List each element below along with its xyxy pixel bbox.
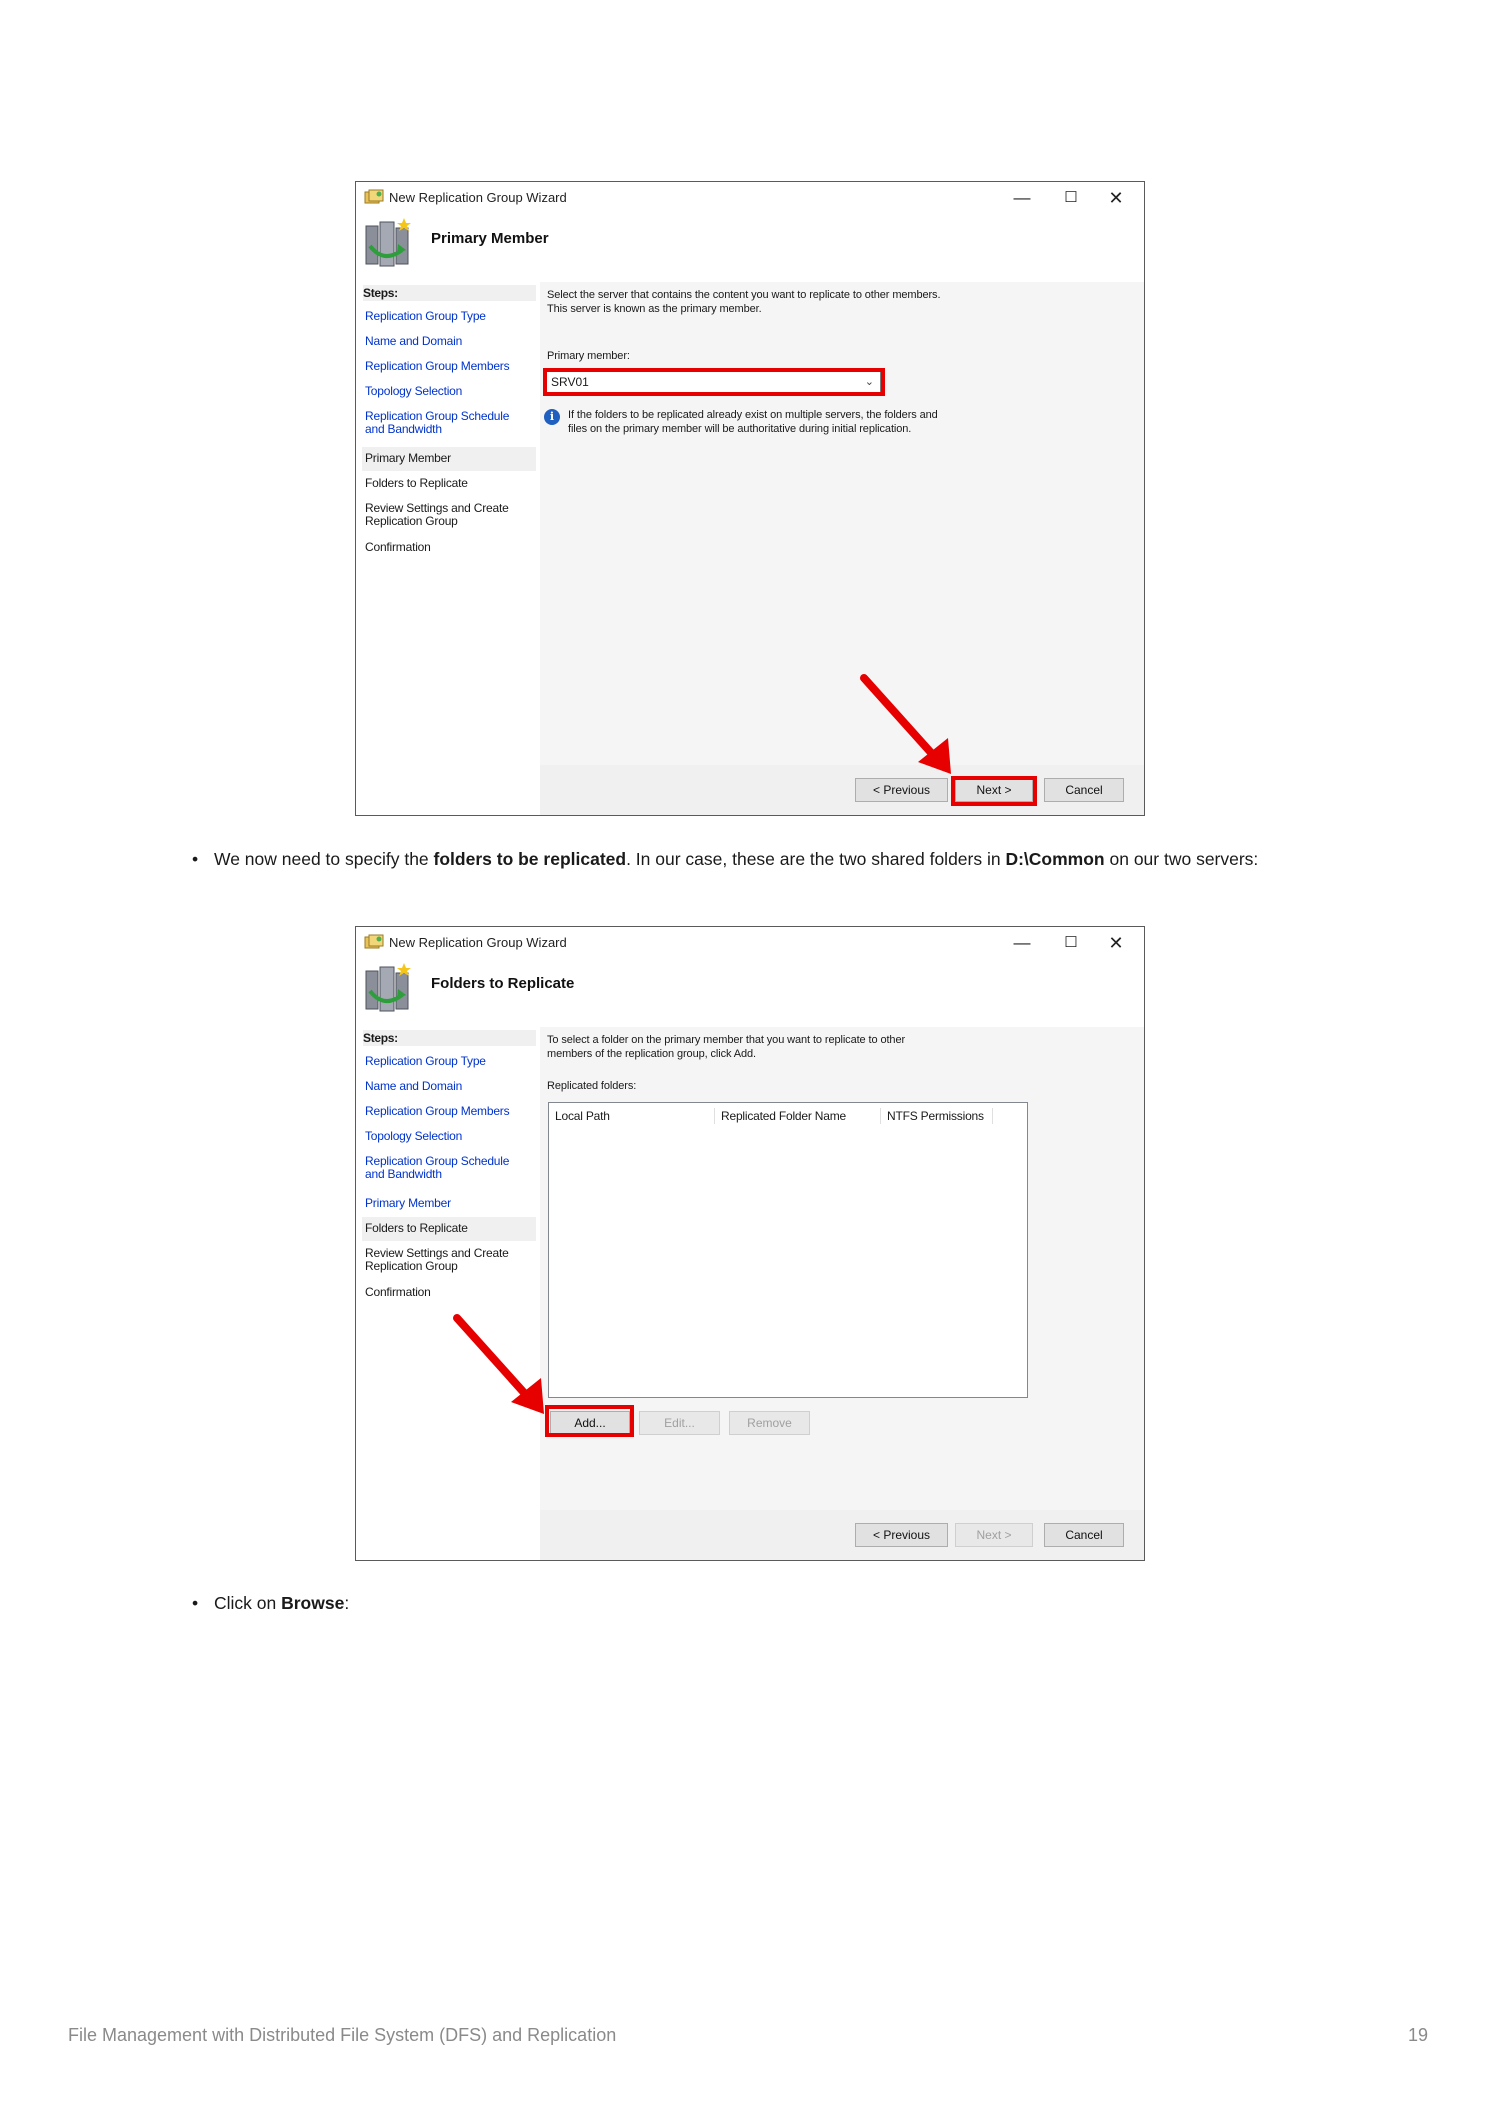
button-bar: < Previous Next > Cancel: [540, 765, 1144, 815]
step-topology-selection[interactable]: Topology Selection: [365, 1130, 535, 1143]
page-heading: Primary Member: [431, 230, 549, 247]
wizard-app-icon: [364, 189, 384, 204]
maximize-icon[interactable]: ☐: [1059, 186, 1083, 210]
column-header-ntfs-permissions[interactable]: NTFS Permissions: [881, 1108, 993, 1124]
step-review-settings: Review Settings and Create Replication G…: [365, 1246, 509, 1273]
wizard-app-icon: [364, 934, 384, 949]
window-title: New Replication Group Wizard: [389, 190, 567, 205]
replication-server-icon: [365, 963, 411, 1012]
step-replication-group-type[interactable]: Replication Group Type: [365, 310, 535, 323]
description-line-1: Select the server that contains the cont…: [547, 289, 941, 301]
bullet-dot: •: [192, 849, 199, 869]
page-number: 19: [1407, 2025, 1428, 2045]
description-line-2: members of the replication group, click …: [547, 1048, 756, 1060]
step-schedule-and-bandwidth[interactable]: Replication Group Schedule and Bandwidth: [365, 1155, 525, 1181]
column-header-replicated-folder-name[interactable]: Replicated Folder Name: [715, 1108, 881, 1124]
remove-button[interactable]: Remove: [729, 1411, 810, 1435]
steps-pane: Steps: Replication Group Type Name and D…: [356, 1027, 538, 1560]
info-line-2: files on the primary member will be auth…: [568, 423, 912, 435]
bullet-dot: •: [192, 1593, 199, 1613]
step-primary-member: Primary Member: [365, 451, 451, 465]
minimize-icon[interactable]: —: [1010, 186, 1034, 210]
minimize-icon[interactable]: —: [1010, 931, 1034, 955]
steps-label: Steps:: [363, 1030, 536, 1046]
info-line-1: If the folders to be replicated already …: [568, 409, 938, 421]
content-pane: To select a folder on the primary member…: [540, 1027, 1144, 1560]
primary-member-label: Primary member:: [547, 350, 630, 362]
description-line-2: This server is known as the primary memb…: [547, 303, 762, 315]
info-icon: i: [544, 409, 560, 425]
next-button[interactable]: Next >: [955, 1523, 1033, 1547]
bullet-text: Click on Browse:: [214, 1593, 350, 1613]
column-header-local-path[interactable]: Local Path: [549, 1108, 715, 1124]
step-confirmation: Confirmation: [365, 540, 431, 554]
bullet-text: We now need to specify the folders to be…: [214, 849, 1259, 869]
step-replication-group-type[interactable]: Replication Group Type: [365, 1055, 535, 1068]
step-topology-selection[interactable]: Topology Selection: [365, 385, 535, 398]
wizard-header: Primary Member: [356, 214, 1144, 267]
replicated-folders-list[interactable]: Local Path Replicated Folder Name NTFS P…: [548, 1102, 1028, 1398]
step-name-and-domain[interactable]: Name and Domain: [365, 1080, 535, 1093]
step-confirmation: Confirmation: [365, 1285, 431, 1299]
window-title: New Replication Group Wizard: [389, 935, 567, 950]
step-review-settings: Review Settings and Create Replication G…: [365, 501, 509, 528]
cancel-button[interactable]: Cancel: [1044, 1523, 1124, 1547]
close-icon[interactable]: ✕: [1104, 186, 1128, 210]
content-pane: Select the server that contains the cont…: [540, 282, 1144, 815]
cancel-button[interactable]: Cancel: [1044, 778, 1124, 802]
step-name-and-domain[interactable]: Name and Domain: [365, 335, 535, 348]
step-folders-to-replicate: Folders to Replicate: [365, 476, 468, 490]
maximize-icon[interactable]: ☐: [1059, 931, 1083, 955]
step-folders-to-replicate: Folders to Replicate: [365, 1221, 468, 1235]
step-schedule-and-bandwidth[interactable]: Replication Group Schedule and Bandwidth: [365, 410, 525, 436]
steps-label: Steps:: [363, 285, 536, 301]
close-icon[interactable]: ✕: [1104, 931, 1128, 955]
replication-server-icon: [365, 218, 411, 267]
footer-title: File Management with Distributed File Sy…: [68, 2025, 617, 2045]
previous-button[interactable]: < Previous: [855, 1523, 948, 1547]
red-arrow: [453, 1314, 544, 1414]
wizard-window-primary-member: New Replication Group Wizard — ☐ ✕ Prima…: [355, 181, 1145, 816]
description-line-1: To select a folder on the primary member…: [547, 1034, 906, 1046]
red-arrow: [860, 674, 951, 774]
edit-button[interactable]: Edit...: [639, 1411, 720, 1435]
title-bar: New Replication Group Wizard — ☐ ✕: [356, 927, 1144, 959]
step-primary-member[interactable]: Primary Member: [365, 1197, 535, 1210]
wizard-window-folders-to-replicate: New Replication Group Wizard — ☐ ✕ Folde…: [355, 926, 1145, 1561]
title-bar: New Replication Group Wizard — ☐ ✕: [356, 182, 1144, 214]
wizard-header: Folders to Replicate: [356, 959, 1144, 1012]
button-bar: < Previous Next > Cancel: [540, 1510, 1144, 1560]
red-highlight-dropdown: [543, 368, 885, 396]
page-heading: Folders to Replicate: [431, 975, 575, 992]
steps-pane: Steps: Replication Group Type Name and D…: [356, 282, 538, 815]
replicated-folders-label: Replicated folders:: [547, 1080, 637, 1092]
step-replication-group-members[interactable]: Replication Group Members: [365, 1105, 535, 1118]
step-replication-group-members[interactable]: Replication Group Members: [365, 360, 535, 373]
